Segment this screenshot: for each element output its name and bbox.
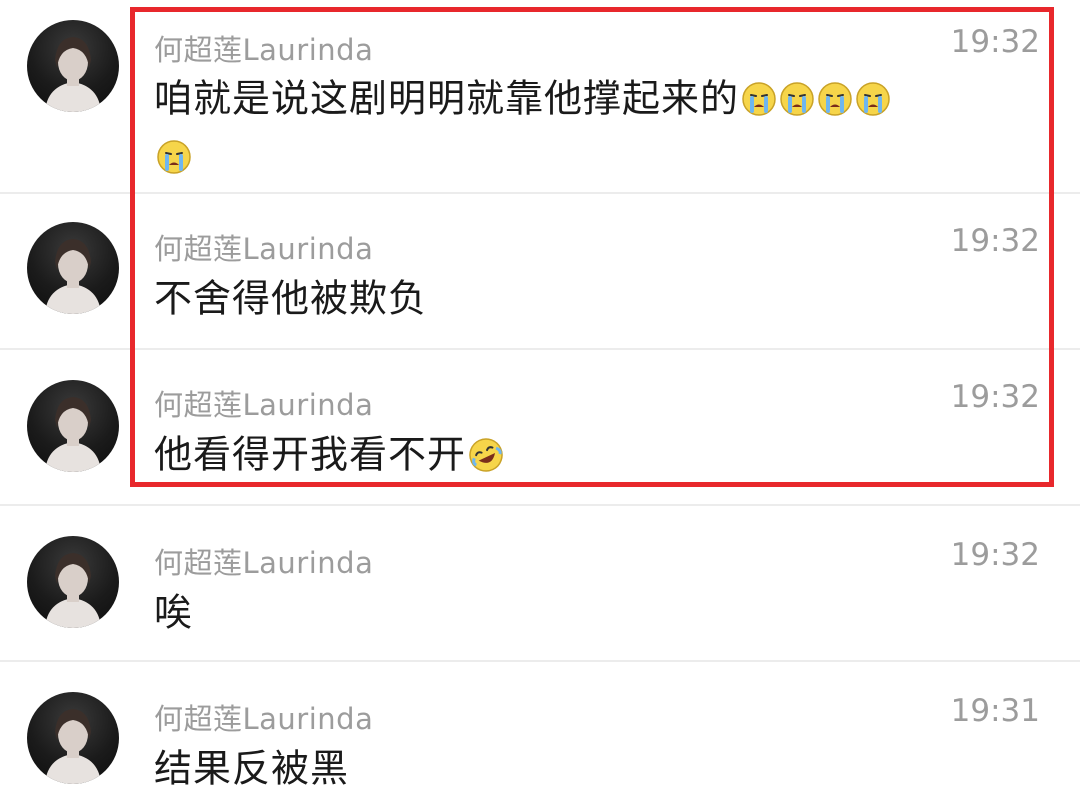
message-time: 19:31: [950, 693, 1040, 729]
message-body: 结果反被黑: [154, 746, 350, 791]
message-text: 结果反被黑: [154, 738, 934, 797]
avatar[interactable]: [27, 536, 119, 628]
sender-name: 何超莲Laurinda: [154, 546, 374, 580]
highlight-box: [130, 7, 1054, 487]
message-text: 唉: [154, 582, 934, 641]
avatar[interactable]: [27, 380, 119, 472]
message-time: 19:32: [950, 537, 1040, 573]
avatar[interactable]: [27, 692, 119, 784]
message-row[interactable]: 何超莲Laurinda 19:32 唉: [0, 504, 1080, 662]
avatar[interactable]: [27, 222, 119, 314]
message-body: 唉: [154, 590, 194, 635]
avatar[interactable]: [27, 20, 119, 112]
sender-name: 何超莲Laurinda: [154, 702, 374, 736]
message-row[interactable]: 何超莲Laurinda 19:31 结果反被黑: [0, 660, 1080, 798]
